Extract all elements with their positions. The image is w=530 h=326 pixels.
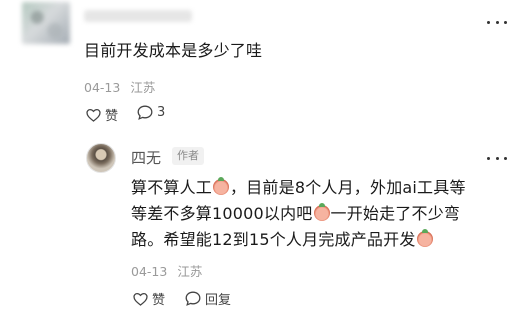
comment-bubble-icon [137,105,153,120]
reply-location: 江苏 [177,264,203,279]
comment-date: 04-13 [84,80,121,95]
author-avatar[interactable] [86,143,116,173]
comment-meta: 04-13 江苏 [84,77,155,96]
avatar-blurred-detail [24,4,68,42]
reply-like-button[interactable]: 赞 [133,289,165,308]
like-label: 赞 [105,109,119,124]
reply-button[interactable]: 回复 [185,289,231,308]
thumbs-up-icon [133,292,148,306]
reply-line-1: 算不算人工 ，目前是8个人月，外加ai工具等 [131,177,466,197]
crying-face-emoji-icon [416,229,433,247]
crying-face-emoji-icon [213,177,230,195]
comment-location: 江苏 [130,80,156,95]
like-button[interactable]: 赞 [86,105,118,124]
comment-text: 目前开发成本是多少了哇 [84,41,263,60]
reply-like-label: 赞 [152,293,166,308]
reply-date: 04-13 [131,264,168,279]
reply-count: 3 [157,105,166,120]
reply-button-label: 回复 [205,293,232,308]
reply-line-2: 等差不多算10000以内吧 一开始走了不少弯 [131,203,461,223]
reply-meta: 04-13 江苏 [131,261,202,280]
more-options-icon[interactable] [487,19,507,25]
crying-face-emoji-icon [313,203,330,221]
comment-bubble-icon [185,291,201,306]
reply-more-options-icon[interactable] [487,155,507,161]
reply-count-button[interactable]: 3 [137,105,165,120]
thumbs-up-icon [86,108,101,122]
reply-text: 算不算人工 ，目前是8个人月，外加ai工具等 等差不多算10000以内吧 一开始走了… [131,175,516,253]
reply-line-3: 路。希望能12到15个人月完成产品开发 [131,227,516,253]
author-badge: 作者 [172,147,204,165]
author-name[interactable]: 四无 [131,147,161,168]
username-blurred[interactable] [84,10,192,22]
